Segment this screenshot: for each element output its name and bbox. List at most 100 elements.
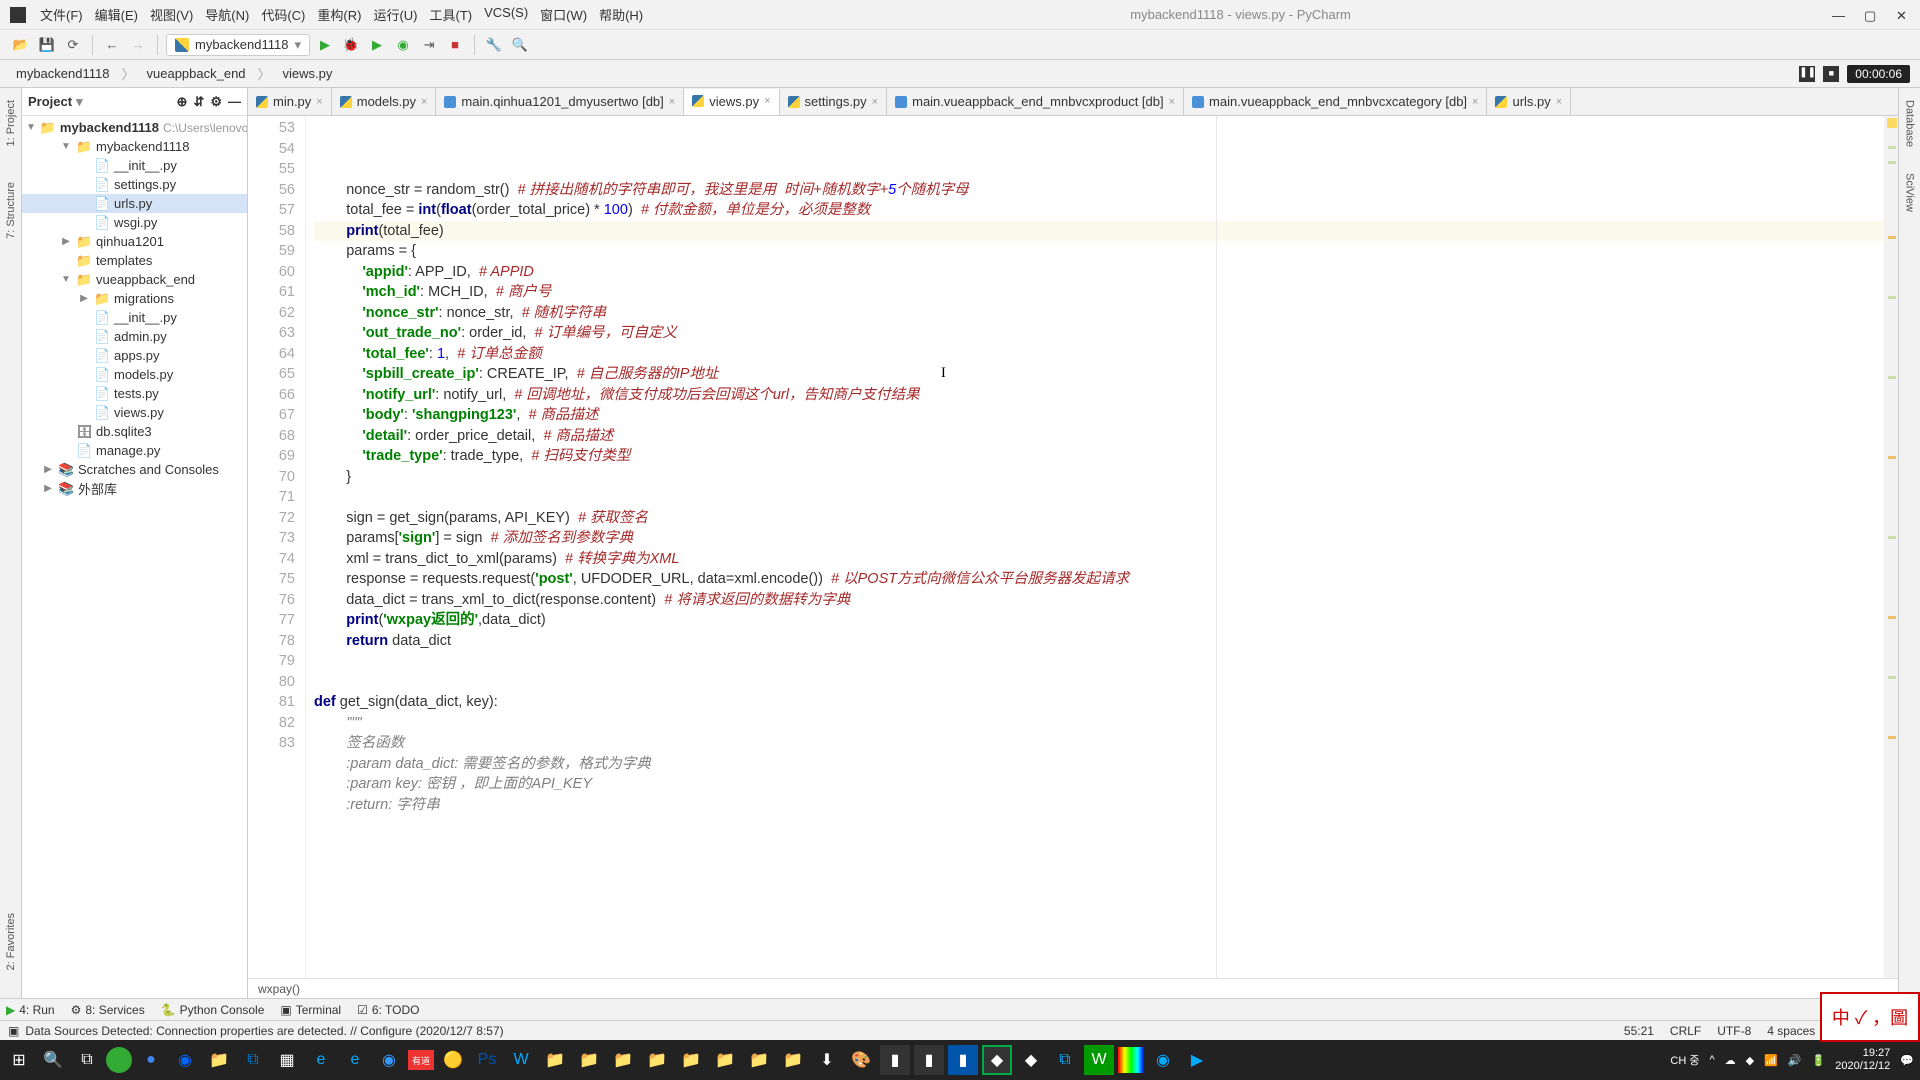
taskbar-app[interactable]: e: [340, 1045, 370, 1075]
tree-item[interactable]: 🗄db.sqlite3: [22, 422, 247, 441]
file-encoding[interactable]: UTF-8: [1717, 1024, 1751, 1038]
taskbar-app[interactable]: ⬇: [812, 1045, 842, 1075]
taskbar-app[interactable]: [106, 1047, 132, 1073]
tree-root[interactable]: ▼📁mybackend1118C:\Users\lenovo: [22, 118, 247, 137]
tree-item[interactable]: ▶📁migrations: [22, 289, 247, 308]
menu-item[interactable]: 编辑(E): [89, 5, 144, 24]
debug-icon[interactable]: 🐞: [340, 34, 362, 56]
menu-item[interactable]: 视图(V): [144, 5, 199, 24]
taskbar-folder[interactable]: 📁: [676, 1045, 706, 1075]
menu-item[interactable]: 运行(U): [367, 5, 423, 24]
side-tab-project[interactable]: 1: Project: [3, 92, 19, 154]
taskbar-app[interactable]: 📁: [204, 1045, 234, 1075]
menu-item[interactable]: 窗口(W): [534, 5, 593, 24]
taskbar-app[interactable]: ▶: [1182, 1045, 1212, 1075]
tree-item[interactable]: 📄admin.py: [22, 327, 247, 346]
menu-item[interactable]: 导航(N): [199, 5, 255, 24]
taskbar-app[interactable]: ⧉: [1050, 1045, 1080, 1075]
tray-app-icon[interactable]: ◆: [1746, 1054, 1754, 1067]
forward-icon[interactable]: →: [127, 34, 149, 56]
tray-onedrive-icon[interactable]: ☁: [1725, 1054, 1736, 1067]
taskbar-app[interactable]: ◉: [374, 1045, 404, 1075]
tree-item[interactable]: ▼📁vueappback_end: [22, 270, 247, 289]
taskbar-folder[interactable]: 📁: [744, 1045, 774, 1075]
taskbar-app[interactable]: ◉: [170, 1045, 200, 1075]
project-tree[interactable]: ▼📁mybackend1118C:\Users\lenovo▼📁mybacken…: [22, 116, 247, 998]
taskbar-folder[interactable]: 📁: [574, 1045, 604, 1075]
refresh-icon[interactable]: ⟳: [62, 34, 84, 56]
taskbar-app[interactable]: W: [506, 1045, 536, 1075]
back-icon[interactable]: ←: [101, 34, 123, 56]
error-stripe[interactable]: [1884, 116, 1898, 978]
code-editor[interactable]: 5354555657585960616263646566676869707172…: [248, 116, 1898, 978]
tree-item[interactable]: 📁templates: [22, 251, 247, 270]
tool-terminal[interactable]: ▣Terminal: [280, 1003, 341, 1017]
indent-info[interactable]: 4 spaces: [1767, 1024, 1815, 1038]
close-button[interactable]: ✕: [1896, 8, 1910, 22]
tool-python-console[interactable]: 🐍Python Console: [161, 1003, 265, 1017]
event-log-icon[interactable]: ▣: [8, 1024, 19, 1038]
stop-icon[interactable]: ■: [444, 34, 466, 56]
tray-chevron-icon[interactable]: ^: [1709, 1054, 1714, 1066]
tree-item[interactable]: ▼📁mybackend1118: [22, 137, 247, 156]
menu-item[interactable]: 文件(F): [34, 5, 89, 24]
tool-run[interactable]: ▶4: Run: [6, 1003, 55, 1017]
close-tab-icon[interactable]: ×: [421, 96, 427, 108]
maximize-button[interactable]: ▢: [1864, 8, 1878, 22]
tree-item[interactable]: 📄wsgi.py: [22, 213, 247, 232]
menu-item[interactable]: 代码(C): [255, 5, 311, 24]
menu-item[interactable]: 工具(T): [423, 5, 478, 24]
tree-item[interactable]: 📄__init__.py: [22, 308, 247, 327]
tray-lang[interactable]: CH 중: [1670, 1052, 1699, 1068]
taskbar-folder[interactable]: 📁: [540, 1045, 570, 1075]
start-button[interactable]: ⊞: [4, 1045, 34, 1075]
tray-battery-icon[interactable]: 🔋: [1812, 1054, 1826, 1067]
close-tab-icon[interactable]: ×: [1556, 96, 1562, 108]
hide-icon[interactable]: —: [228, 94, 241, 110]
profile-icon[interactable]: ◉: [392, 34, 414, 56]
taskbar-app[interactable]: ▮: [914, 1045, 944, 1075]
breadcrumb-item[interactable]: mybackend1118: [10, 64, 115, 83]
taskbar-app[interactable]: ▮: [880, 1045, 910, 1075]
tree-item[interactable]: ▶📚Scratches and Consoles: [22, 460, 247, 479]
editor-breadcrumb[interactable]: wxpay(): [248, 978, 1898, 998]
side-tab-sciview[interactable]: SciView: [1902, 165, 1918, 220]
taskbar-folder[interactable]: 📁: [608, 1045, 638, 1075]
taskbar-app[interactable]: W: [1084, 1045, 1114, 1075]
search-icon[interactable]: 🔍: [509, 34, 531, 56]
editor-tab[interactable]: models.py×: [332, 88, 437, 115]
taskbar-app[interactable]: ⧉: [238, 1045, 268, 1075]
attach-icon[interactable]: ⇥: [418, 34, 440, 56]
taskbar-folder[interactable]: 📁: [642, 1045, 672, 1075]
tree-item[interactable]: ▶📁qinhua1201: [22, 232, 247, 251]
collapse-icon[interactable]: ⇵: [193, 94, 204, 110]
editor-tab[interactable]: main.vueappback_end_mnbvcxproduct [db]×: [887, 88, 1184, 115]
taskbar-app[interactable]: 🎨: [846, 1045, 876, 1075]
tree-item[interactable]: 📄__init__.py: [22, 156, 247, 175]
taskbar-app[interactable]: ◆: [982, 1045, 1012, 1075]
tray-network-icon[interactable]: 📶: [1764, 1054, 1778, 1067]
side-tab-database[interactable]: Database: [1902, 92, 1918, 155]
tree-item[interactable]: 📄views.py: [22, 403, 247, 422]
tray-volume-icon[interactable]: 🔊: [1788, 1054, 1802, 1067]
close-tab-icon[interactable]: ×: [872, 96, 878, 108]
close-tab-icon[interactable]: ×: [316, 96, 322, 108]
pause-recording-icon[interactable]: ❚❚: [1799, 66, 1815, 82]
run-icon[interactable]: ▶: [314, 34, 336, 56]
taskbar-app[interactable]: [1118, 1047, 1144, 1073]
line-separator[interactable]: CRLF: [1670, 1024, 1701, 1038]
tree-item[interactable]: 📄manage.py: [22, 441, 247, 460]
system-clock[interactable]: 19:27 2020/12/12: [1835, 1047, 1890, 1073]
taskbar-app[interactable]: ▮: [948, 1045, 978, 1075]
open-icon[interactable]: 📂: [10, 34, 32, 56]
save-icon[interactable]: 💾: [36, 34, 58, 56]
menu-item[interactable]: 帮助(H): [593, 5, 649, 24]
breadcrumb-item[interactable]: views.py: [277, 64, 339, 83]
close-tab-icon[interactable]: ×: [1169, 96, 1175, 108]
tree-item[interactable]: 📄models.py: [22, 365, 247, 384]
taskbar-app[interactable]: ●: [136, 1045, 166, 1075]
gear-icon[interactable]: ⚙: [210, 94, 222, 110]
taskbar-app[interactable]: ◆: [1016, 1045, 1046, 1075]
locate-icon[interactable]: ⊕: [177, 94, 188, 110]
tree-item[interactable]: 📄tests.py: [22, 384, 247, 403]
